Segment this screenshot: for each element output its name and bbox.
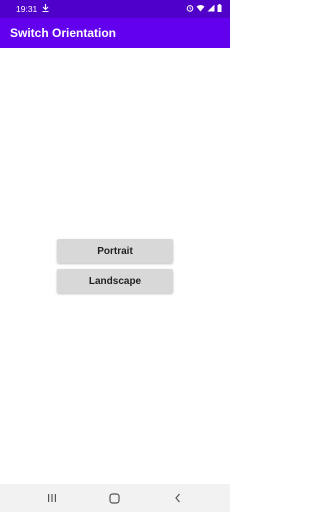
download-icon [42, 4, 49, 14]
back-icon[interactable] [166, 486, 190, 510]
navigation-bar [0, 484, 230, 512]
signal-icon [207, 4, 215, 14]
status-left: 19:31 [16, 4, 49, 14]
recent-apps-icon[interactable] [40, 486, 64, 510]
battery-icon [217, 4, 222, 14]
home-icon[interactable] [103, 486, 127, 510]
landscape-button[interactable]: Landscape [57, 269, 173, 293]
wifi-icon [196, 4, 205, 14]
page-title: Switch Orientation [10, 26, 117, 40]
app-screen: 19:31 Switch Orientation Portrait Landsc… [0, 0, 230, 512]
main-content: Portrait Landscape [0, 48, 230, 484]
app-bar: Switch Orientation [0, 18, 230, 48]
portrait-button[interactable]: Portrait [57, 239, 173, 263]
status-time: 19:31 [16, 4, 38, 14]
status-right [186, 4, 222, 14]
status-bar: 19:31 [0, 0, 230, 18]
alarm-icon [186, 4, 194, 14]
